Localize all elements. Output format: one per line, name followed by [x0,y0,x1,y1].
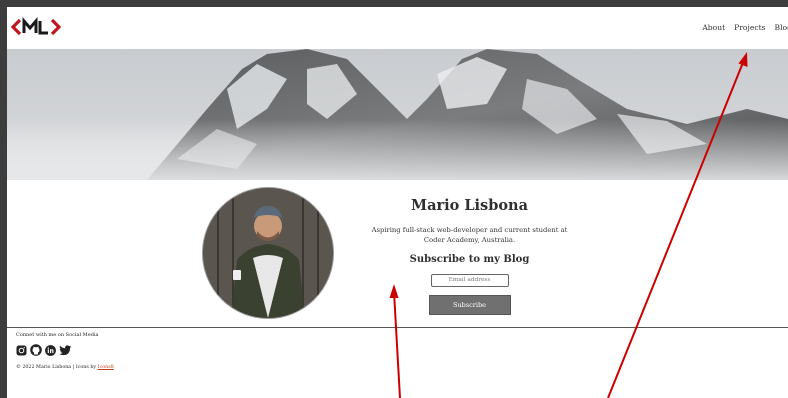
profile-bio: Aspiring full-stack web-developer and cu… [371,226,568,244]
footer-divider [7,327,788,328]
logo-mark-icon [10,16,62,36]
twitter-icon[interactable] [59,344,72,356]
copyright-text: © 2022 Mario Lisbona | Icons by [16,365,98,370]
site-logo[interactable] [10,16,62,38]
subscribe-heading: Subscribe to my Blog [409,254,530,265]
social-icons [16,344,72,356]
linkedin-icon[interactable] [45,344,56,356]
profile-avatar [202,187,334,319]
instagram-icon[interactable] [16,345,27,356]
main-nav: About Projects Blog [702,23,788,32]
site-header: About Projects Blog [7,7,788,49]
hero-mountain-image [7,49,788,180]
social-title: Connet with me on Social Media [16,332,99,338]
email-field[interactable]: Email address [430,274,509,287]
icons8-link[interactable]: Icons8 [98,365,114,370]
nav-item-projects[interactable]: Projects [734,23,765,32]
subscribe-button[interactable]: Subscribe [428,295,511,315]
profile-name: Mario Lisbona [411,197,528,214]
nav-item-blog[interactable]: Blog [775,23,788,32]
nav-item-about[interactable]: About [702,23,725,32]
profile-info: Mario Lisbona Aspiring full-stack web-de… [367,197,572,315]
page-frame: About Projects Blog [7,7,788,398]
copyright: © 2022 Mario Lisbona | Icons by Icons8 [16,365,114,370]
github-icon[interactable] [30,344,42,356]
